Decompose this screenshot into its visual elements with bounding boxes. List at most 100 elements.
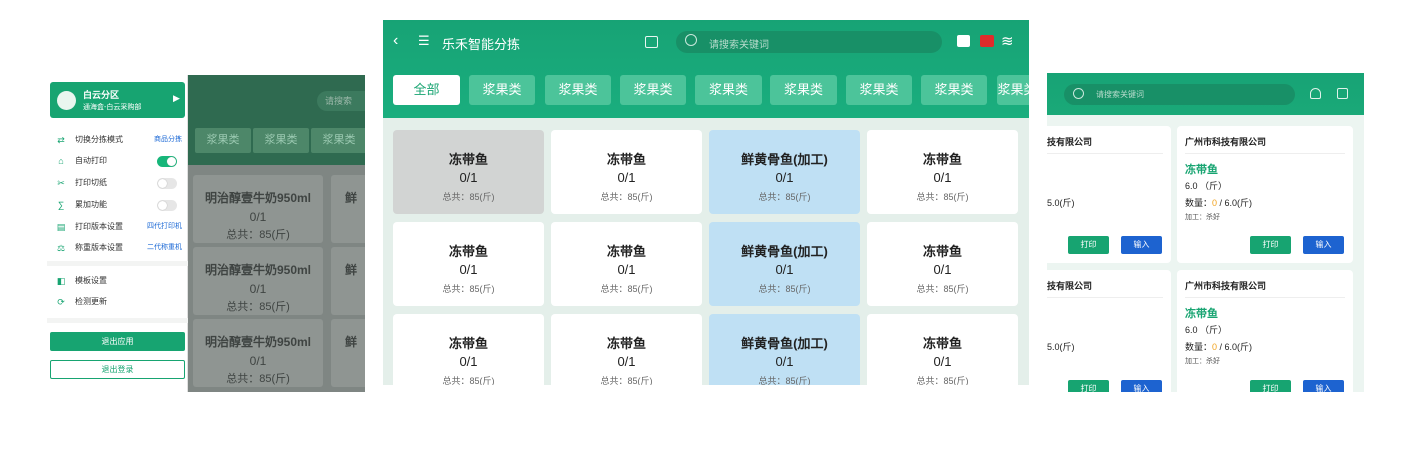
menu-label: 打印版本设置 [75,222,123,231]
order-card: 技有限公司 5.0(斤) 打印 输入 [1047,126,1171,263]
print-button[interactable]: 打印 [1250,380,1291,392]
product-name: 鲜黄骨鱼(加工) [741,152,828,167]
logout-button[interactable]: 退出登录 [50,360,185,379]
dimmed-card: 鲜 [331,319,365,387]
print-button[interactable]: 打印 [1250,236,1291,254]
input-button[interactable]: 输入 [1121,236,1162,254]
menu-printer-version[interactable]: ▤ 打印版本设置 四代打印机 [56,220,182,234]
menu-value: 四代打印机 [147,223,182,230]
print-button[interactable]: 打印 [1068,380,1109,392]
input-button[interactable]: 输入 [1303,380,1344,392]
order-card: 技有限公司 5.0(斤) 打印 输入 [1047,270,1171,392]
dimmed-card: 鲜 [331,247,365,315]
tab-category[interactable]: 浆果类 [545,75,611,105]
calendar-icon[interactable] [645,36,658,48]
tab-category[interactable]: 浆果类 [695,75,762,105]
tab-category[interactable]: 浆果类 [620,75,686,105]
switch-icon: ⇄ [57,135,65,145]
calendar-icon[interactable] [1337,88,1348,99]
tab-category[interactable]: 浆果类 [770,75,837,105]
back-icon[interactable]: ‹ [393,32,398,50]
menu-accumulate: ∑ 累加功能 [56,198,182,212]
product-card[interactable]: 冻带鱼 0/1 总共：85(斤) [551,222,702,306]
dimmed-tab: 浆果类 [195,128,251,153]
product-name: 鲜黄骨鱼(加工) [741,336,828,351]
zone-subtitle: 通海盒-白云采购部 [83,104,142,111]
dimmed-search: 请搜索 [317,91,365,111]
order-card: 广州市科技有限公司 冻带鱼 6.0 （斤） 数量：0 / 6.0(斤) 加工：杀好 打印输… [1177,126,1353,263]
scale-icon[interactable] [957,35,970,47]
scale-icon[interactable] [1310,88,1321,99]
product-card[interactable]: 冻带鱼 0/1 总共：85(斤) [867,130,1018,214]
total-weight: 总共：85(斤) [758,376,811,385]
sorted-count: 0/1 [617,354,636,369]
print-button[interactable]: 打印 [1068,236,1109,254]
menu-auto-print: ⌂ 自动打印 [56,154,182,168]
sorted-count: 0/1 [775,354,794,369]
product-name: 冻带鱼 [448,336,488,351]
search-input[interactable]: 请搜索关键词 [1064,84,1295,105]
accumulate-toggle[interactable] [157,200,177,211]
process-note: 加工：杀好 [1185,358,1220,365]
search-input[interactable]: 请搜索关键词 [676,31,942,53]
sorted-count: 0/1 [617,170,636,185]
dimmed-card: 明治醇壹牛奶950ml 0/1 总共：85(斤) [193,247,323,315]
total-weight: 总共：85(斤) [916,192,969,202]
exit-app-button[interactable]: 退出应用 [50,332,185,351]
tab-category[interactable]: 浆果类 [469,75,535,105]
menu-update[interactable]: ⟳ 检测更新 [56,295,182,309]
card-name: 明治醇壹牛奶950ml [204,335,312,349]
tab-category[interactable]: 浆果类 [921,75,987,105]
product-card[interactable]: 冻带鱼 0/1 总共：85(斤) [867,222,1018,306]
menu-value: 商品分拣 [154,136,182,143]
product-name: 冻带鱼 [922,152,962,167]
total-weight: 总共：85(斤) [442,192,495,202]
menu-template[interactable]: ◧ 模板设置 [56,274,182,288]
product-name: 冻带鱼 [606,336,646,351]
account-header[interactable]: 白云分区 通海盒-白云采购部 ▶ [50,82,185,118]
sorting-grid-screen: ‹ ☰ 乐禾智能分拣 请搜索关键词 ≋ 全部 浆果类 浆果类 浆果类 浆果类 浆… [383,20,1029,385]
menu-switch-mode[interactable]: ⇄ 切换分拣模式 商品分拣 [56,133,182,147]
quantity: 数量：0 / 6.0(斤) [1185,198,1253,208]
card-total: 总共：85(斤) [226,301,290,313]
printer-icon[interactable] [980,35,994,47]
menu-label: 打印切纸 [75,178,107,187]
menu-label: 模板设置 [75,276,107,285]
input-button[interactable]: 输入 [1303,236,1344,254]
top-bar: ‹ ☰ 乐禾智能分拣 请搜索关键词 ≋ 全部 浆果类 浆果类 浆果类 浆果类 浆… [383,20,1029,118]
app-title: 乐禾智能分拣 [442,37,521,52]
quantity: 数量：0 / 6.0(斤) [1185,342,1253,352]
unit-weight: 6.0 （斤） [1185,325,1228,335]
tab-category[interactable]: 浆果类 [846,75,912,105]
sorted-count: 0/1 [617,262,636,277]
product-card[interactable]: 冻带鱼 0/1 总共：85(斤) [551,314,702,385]
card-count: 0/1 [249,282,267,296]
order-list-screen: 请搜索关键词 技有限公司 5.0(斤) 打印 输入 广州市科技有限公司 冻带鱼 6.0 （斤… [1047,73,1364,392]
menu-scale-version[interactable]: ⚖ 称重版本设置 二代称重机 [56,241,182,255]
divider [47,261,188,266]
product-card[interactable]: 冻带鱼 0/1 总共：85(斤) [551,130,702,214]
menu-label: 称重版本设置 [75,243,123,252]
tab-all[interactable]: 全部 [393,75,460,105]
input-button[interactable]: 输入 [1121,380,1162,392]
menu-label: 自动打印 [75,156,107,165]
sorted-count: 0/1 [459,354,478,369]
product-card[interactable]: 冻带鱼 0/1 总共：85(斤) [393,130,544,214]
product-card[interactable]: 冻带鱼 0/1 总共：85(斤) [867,314,1018,385]
product-card[interactable]: 冻带鱼 0/1 总共：85(斤) [393,222,544,306]
sorted-count: 0/1 [933,354,952,369]
search-icon [685,34,697,46]
product-card[interactable]: 鲜黄骨鱼(加工) 0/1 总共：85(斤) [709,130,860,214]
card-name: 明治醇壹牛奶950ml [204,263,312,277]
product-card[interactable]: 冻带鱼 0/1 总共：85(斤) [393,314,544,385]
menu-label: 累加功能 [75,200,107,209]
auto-print-toggle[interactable] [157,156,177,167]
card-name: 明治醇壹牛奶950ml [204,191,312,205]
product-card[interactable]: 鲜黄骨鱼(加工) 0/1 总共：85(斤) [709,314,860,385]
menu-icon[interactable]: ☰ [418,33,430,49]
order-card: 广州市科技有限公司 冻带鱼 6.0 （斤） 数量：0 / 6.0(斤) 加工：杀好 打印输… [1177,270,1353,392]
cut-paper-toggle[interactable] [157,178,177,189]
dimmed-card: 明治醇壹牛奶950ml 0/1 总共：85(斤) [193,175,323,243]
tab-category[interactable]: 浆果类 [997,75,1029,105]
product-card[interactable]: 鲜黄骨鱼(加工) 0/1 总共：85(斤) [709,222,860,306]
